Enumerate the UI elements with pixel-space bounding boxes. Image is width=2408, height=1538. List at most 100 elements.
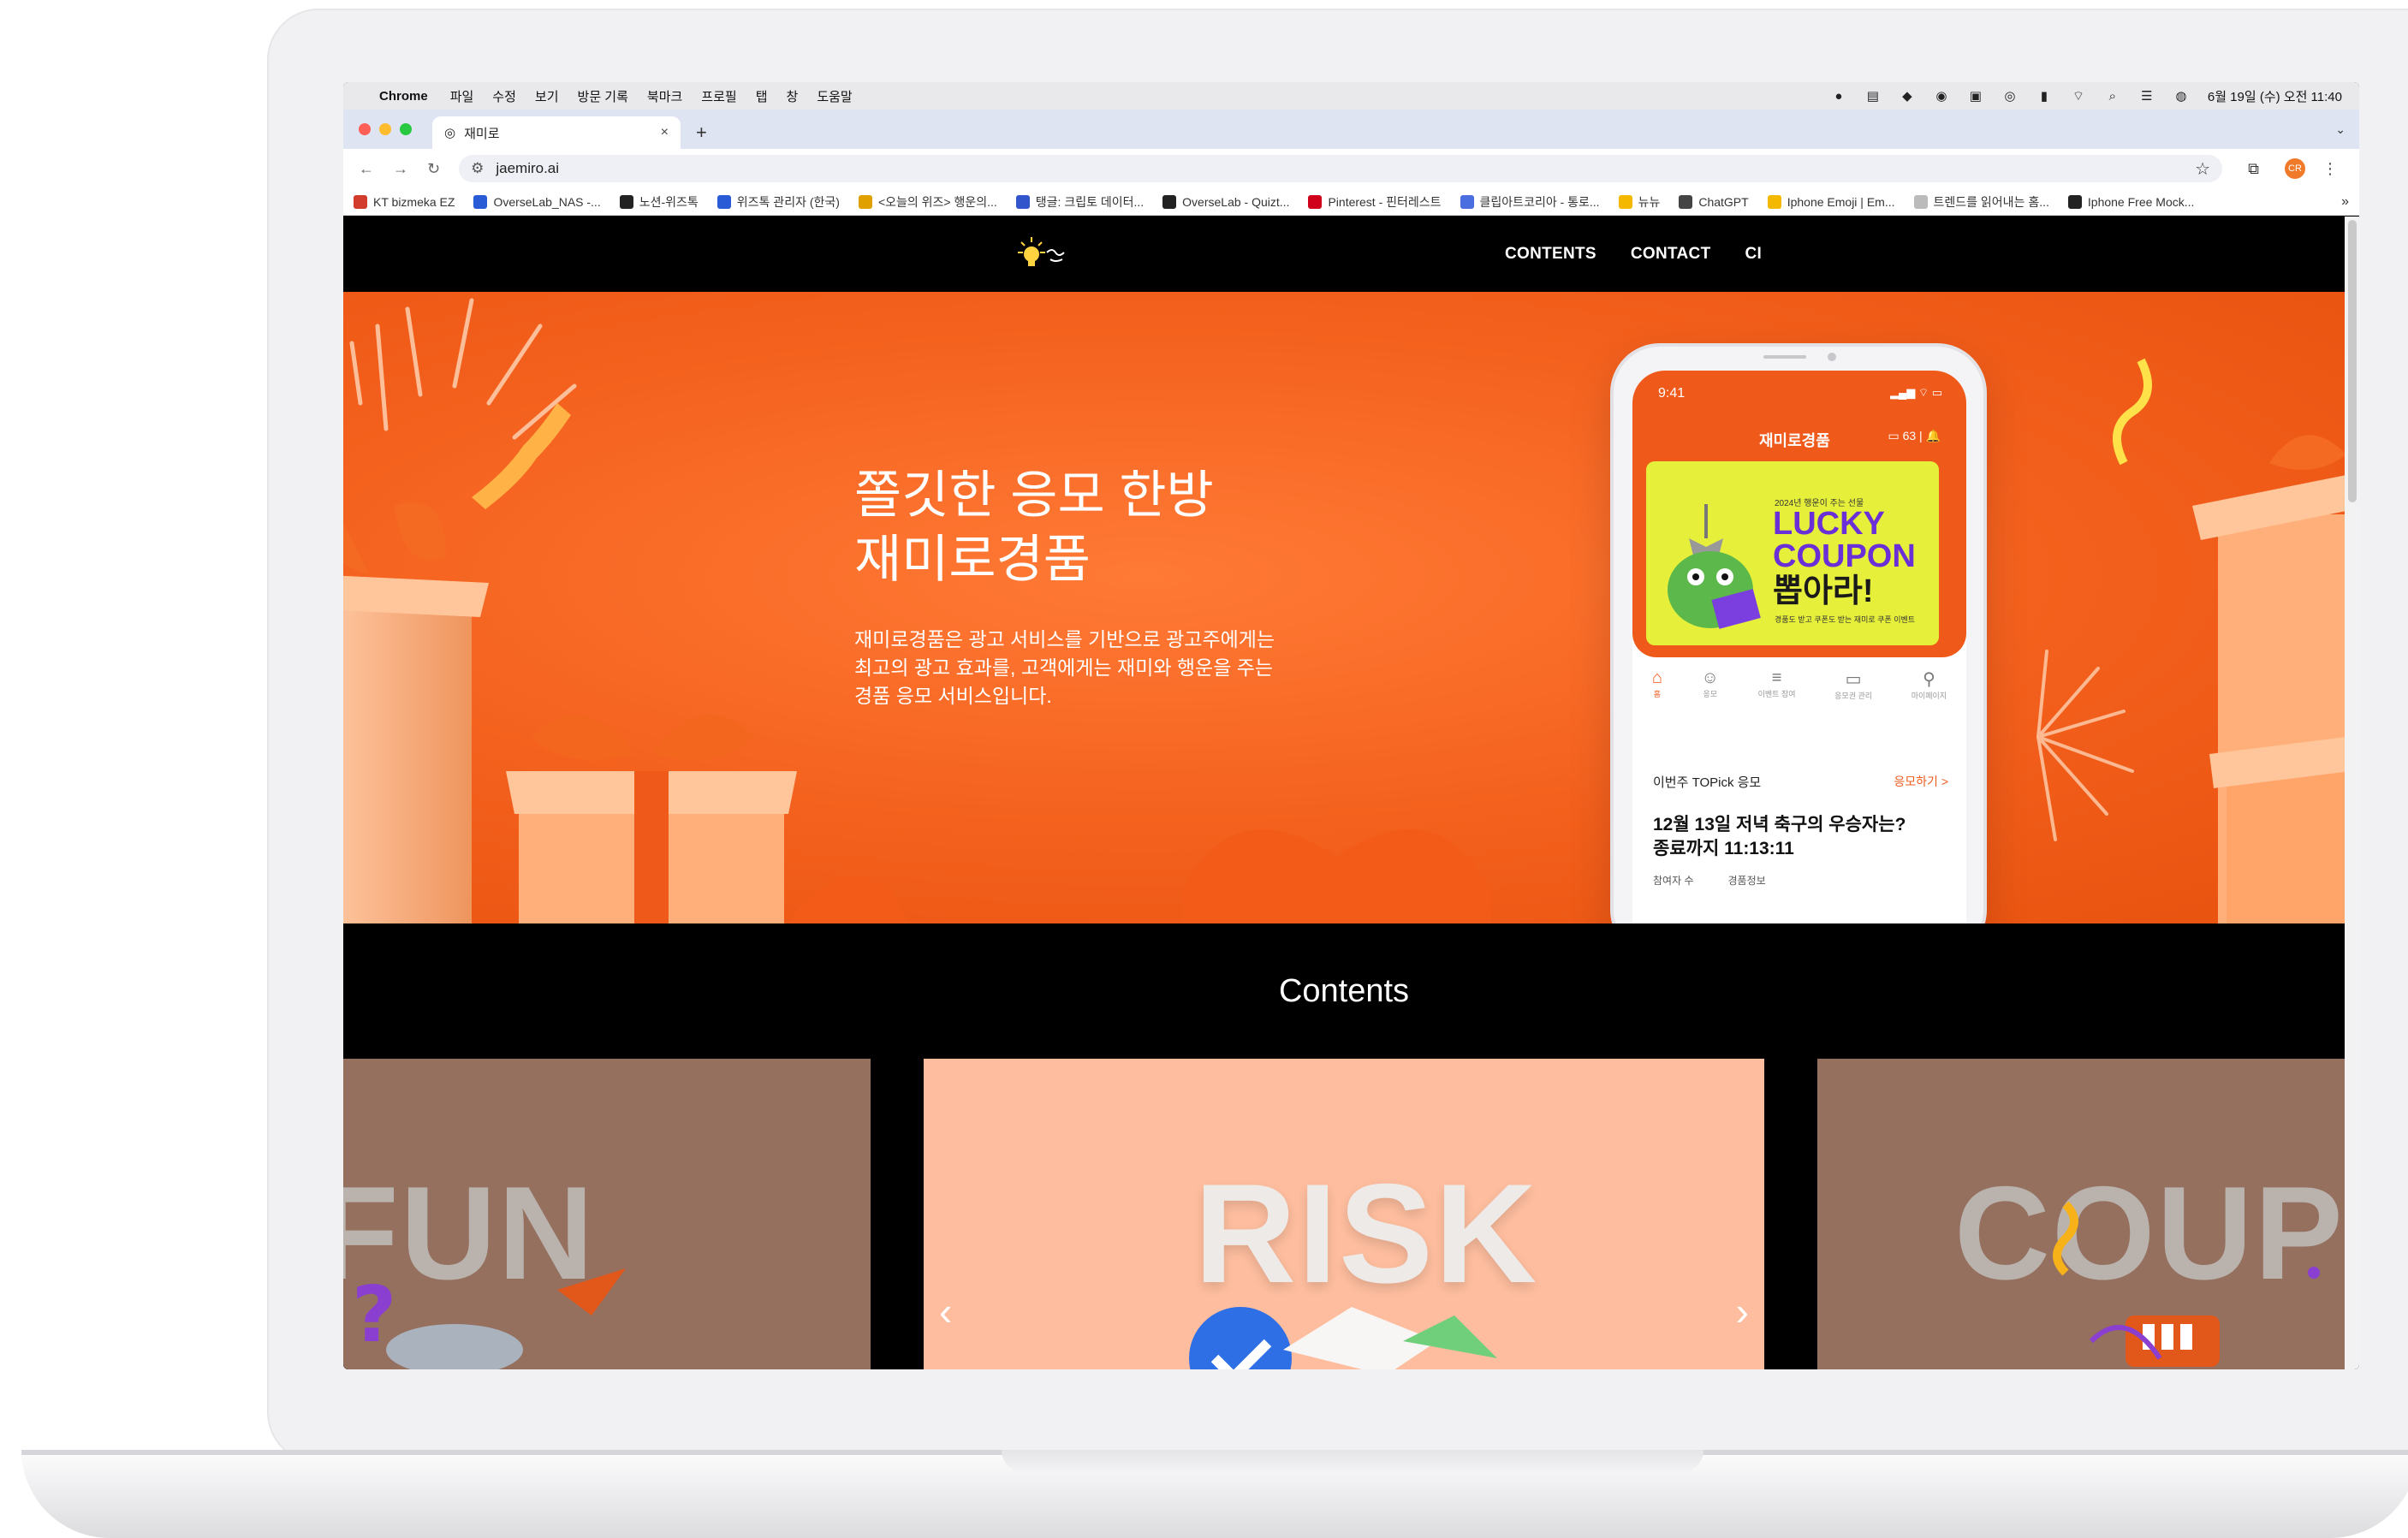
control-center-icon[interactable]: ☰ bbox=[2139, 88, 2155, 104]
bookmark-star-icon[interactable]: ☆ bbox=[2195, 158, 2210, 180]
bookmark-item[interactable]: 트렌드를 읽어내는 홈... bbox=[1913, 193, 2049, 211]
paint-icon[interactable]: ◆ bbox=[1900, 88, 1915, 104]
bookmark-item[interactable]: OverseLab_NAS -... bbox=[473, 194, 601, 209]
bookmark-item[interactable]: 위즈톡 관리자 (한국) bbox=[716, 193, 840, 211]
browser-tab-active[interactable]: ◎ 재미로 × bbox=[432, 116, 681, 149]
menu-edit[interactable]: 수정 bbox=[492, 87, 516, 105]
phone-tab-mypage[interactable]: ⚲ 마이페이지 bbox=[1912, 668, 1947, 701]
more-bookmarks-icon[interactable]: » bbox=[2341, 194, 2349, 210]
phone-ticket-counter: ▭ 63 | 🔔 bbox=[1888, 429, 1941, 442]
nav-contents[interactable]: CONTENTS bbox=[1505, 245, 1596, 264]
site-settings-icon[interactable]: ⚙ bbox=[471, 160, 484, 177]
phone-section-header: 이번주 TOPick 응모 응모하기 > bbox=[1653, 773, 1948, 791]
hero-decoration bbox=[343, 298, 2345, 923]
carousel-next-button[interactable]: › bbox=[1736, 1288, 1749, 1334]
phone-tab-entry[interactable]: ☺ 응모 bbox=[1702, 668, 1719, 699]
bookmark-item[interactable]: Iphone Free Mock... bbox=[2067, 194, 2194, 209]
hero-desc-line2: 최고의 광고 효과를, 고객에게는 재미와 행운을 주는 bbox=[854, 656, 1274, 679]
phone-enter-link[interactable]: 응모하기 > bbox=[1894, 773, 1948, 791]
new-tab-button[interactable]: + bbox=[681, 116, 722, 149]
bookmark-item[interactable]: Pinterest - 핀터레스트 bbox=[1308, 193, 1442, 211]
menu-history[interactable]: 방문 기록 bbox=[578, 87, 628, 105]
url-text[interactable]: jaemiro.ai bbox=[496, 160, 559, 177]
bookmark-item[interactable]: ChatGPT bbox=[1679, 194, 1749, 209]
phone-status-icons: ▂▄▆ ⌔ ▭ bbox=[1890, 386, 1942, 399]
menu-tab[interactable]: 탭 bbox=[756, 87, 768, 105]
shield-icon[interactable]: ● bbox=[1831, 88, 1846, 104]
menu-help[interactable]: 도움말 bbox=[817, 87, 852, 105]
card-fun[interactable]: FUN ? bbox=[343, 1059, 871, 1369]
phone-counter-value: 63 bbox=[1902, 429, 1917, 442]
mail-icon[interactable]: ◉ bbox=[1934, 88, 1949, 104]
hero-desc-line1: 재미로경품은 광고 서비스를 기반으로 광고주에게는 bbox=[854, 628, 1275, 650]
menu-view[interactable]: 보기 bbox=[535, 87, 559, 105]
tab-title: 재미로 bbox=[464, 126, 500, 141]
nav-contact[interactable]: CONTACT bbox=[1631, 245, 1711, 264]
menu-bookmarks[interactable]: 북마크 bbox=[647, 87, 682, 105]
carousel-prev-button[interactable]: ‹ bbox=[939, 1288, 952, 1334]
chevron-down-icon[interactable]: ⌄ bbox=[2335, 110, 2346, 149]
page-scrollbar[interactable] bbox=[2345, 217, 2359, 1369]
phone-tab-event[interactable]: ≡ 이벤트 참여 bbox=[1758, 668, 1796, 699]
bookmark-item[interactable]: OverseLab - Quizt... bbox=[1162, 194, 1289, 209]
phone-question-line2: 종료까지 11:13:11 bbox=[1653, 839, 1794, 858]
bookmark-label: Pinterest - 핀터레스트 bbox=[1328, 194, 1442, 209]
phone-meta: 참여자 수 경품정보 bbox=[1653, 873, 1948, 888]
address-bar[interactable]: ⚙ jaemiro.ai ☆ bbox=[459, 155, 2223, 182]
battery-icon[interactable]: ▮ bbox=[2036, 88, 2052, 104]
bookmark-favicon-icon bbox=[1679, 194, 1693, 209]
contents-carousel: FUN ? RISK ‹ › COUPON bbox=[343, 1059, 2345, 1369]
phone-tab-tickets[interactable]: ▭ 응모권 관리 bbox=[1834, 668, 1872, 701]
back-icon[interactable]: ← bbox=[359, 160, 374, 178]
phone-tab-label: 홈 bbox=[1653, 690, 1661, 698]
search-icon[interactable]: ⌕ bbox=[2105, 88, 2120, 104]
notion-icon[interactable]: ▣ bbox=[1968, 88, 1983, 104]
reload-icon[interactable]: ↻ bbox=[427, 160, 440, 178]
close-window-button[interactable] bbox=[359, 123, 371, 135]
browser-tabstrip: ◎ 재미로 × + ⌄ bbox=[343, 110, 2359, 149]
phone-meta-participants: 참여자 수 bbox=[1653, 875, 1694, 887]
bookmark-item[interactable]: 탱글: 크립토 데이터... bbox=[1015, 193, 1144, 211]
siri-icon[interactable]: ◍ bbox=[2173, 88, 2189, 104]
phone-tab-home[interactable]: ⌂ 홈 bbox=[1652, 668, 1662, 699]
more-menu-icon[interactable]: ⋮ bbox=[2322, 160, 2338, 178]
extensions-icon[interactable]: ⧉ bbox=[2248, 160, 2259, 178]
bookmark-label: 트렌드를 읽어내는 홈... bbox=[1933, 194, 2049, 209]
zoom-window-button[interactable] bbox=[400, 123, 412, 135]
hero-desc-line3: 경품 응모 서비스입니다. bbox=[854, 685, 1052, 707]
scrollbar-thumb[interactable] bbox=[2348, 220, 2357, 502]
menu-window[interactable]: 창 bbox=[787, 87, 799, 105]
site-logo[interactable] bbox=[1008, 234, 1085, 276]
home-icon: ⌂ bbox=[1651, 668, 1662, 687]
bookmark-item[interactable]: KT bizmeka EZ bbox=[354, 194, 455, 209]
bookmark-item[interactable]: 뉴뉴 bbox=[1618, 193, 1661, 211]
fun-illustration: ? bbox=[352, 1268, 626, 1369]
target-icon[interactable]: ◎ bbox=[2002, 88, 2018, 104]
bookmark-favicon-icon bbox=[619, 194, 633, 209]
card-risk[interactable]: RISK ‹ › bbox=[924, 1059, 1764, 1369]
menu-profiles[interactable]: 프로필 bbox=[701, 87, 736, 105]
bookmark-item[interactable]: <오늘의 위즈> 행운의... bbox=[858, 193, 997, 211]
bookmark-favicon-icon bbox=[1618, 194, 1632, 209]
forward-icon[interactable]: → bbox=[393, 160, 408, 178]
wifi-icon[interactable]: ⌔ bbox=[2071, 88, 2086, 104]
profile-avatar[interactable]: CR bbox=[2284, 158, 2305, 179]
nav-ci[interactable]: CI bbox=[1745, 245, 1762, 264]
document-icon[interactable]: ▤ bbox=[1865, 88, 1881, 104]
smile-icon: ☺ bbox=[1701, 668, 1719, 687]
phone-tab-label: 이벤트 참여 bbox=[1757, 690, 1796, 698]
bookmark-item[interactable]: 노션-위즈톡 bbox=[619, 193, 699, 211]
bookmark-item[interactable]: 클립아트코리아 - 통로... bbox=[1460, 193, 1600, 211]
risk-illustration bbox=[1189, 1307, 1497, 1369]
phone-mockup: 9:41 ▂▄▆ ⌔ ▭ 재미로경품 ▭ 63 | 🔔 2024년 행운이 주는… bbox=[1610, 343, 1987, 923]
menu-file[interactable]: 파일 bbox=[450, 87, 474, 105]
menu-app-name[interactable]: Chrome bbox=[379, 89, 428, 104]
minimize-window-button[interactable] bbox=[379, 123, 391, 135]
bookmark-item[interactable]: Iphone Emoji | Em... bbox=[1767, 194, 1895, 209]
close-icon[interactable]: × bbox=[661, 125, 669, 140]
window-controls bbox=[359, 110, 412, 149]
laptop-notch bbox=[1002, 1450, 1703, 1472]
card-coupon[interactable]: COUPON bbox=[1817, 1059, 2345, 1369]
menubar-datetime[interactable]: 6월 19일 (수) 오전 11:40 bbox=[2208, 87, 2342, 105]
bookmark-label: 뉴뉴 bbox=[1638, 194, 1661, 209]
